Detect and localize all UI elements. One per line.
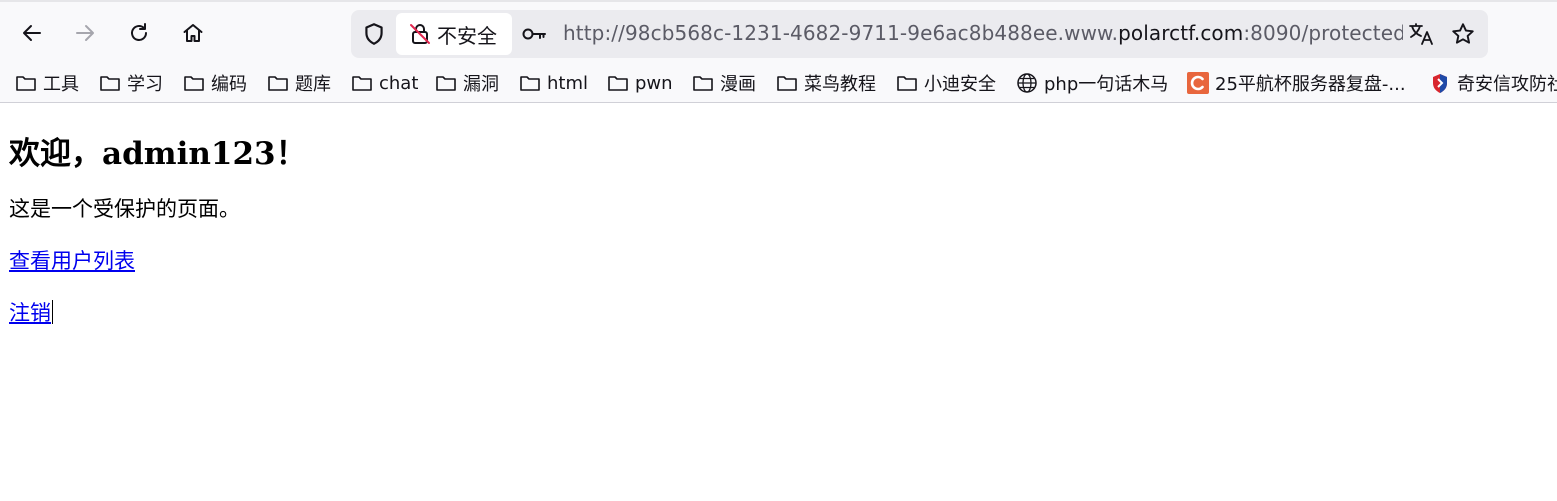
key-icon[interactable] xyxy=(521,23,547,45)
folder-icon xyxy=(184,76,204,91)
security-label: 不安全 xyxy=(437,23,497,48)
bookmark-folder-questions[interactable]: 题库 xyxy=(267,64,331,102)
bookmark-qianxin[interactable]: 奇安信攻防社 xyxy=(1429,64,1557,102)
bookmark-folder-html[interactable]: html xyxy=(519,64,588,102)
folder-icon xyxy=(436,76,456,91)
logout-link[interactable]: 注销 xyxy=(9,301,51,325)
bookmark-pinghang-review[interactable]: 25平航杯服务器复盘-... xyxy=(1187,64,1406,102)
url-host: polarctf.com xyxy=(1118,21,1244,45)
bookmark-folder-vulns[interactable]: 漏洞 xyxy=(435,64,499,102)
reload-button[interactable] xyxy=(122,16,156,50)
security-indicator[interactable]: 不安全 xyxy=(396,13,512,55)
folder-icon xyxy=(520,76,540,91)
bookmark-label: 漏洞 xyxy=(463,74,499,95)
c-logo-icon xyxy=(1187,72,1209,94)
back-button[interactable] xyxy=(15,16,49,50)
folder-icon xyxy=(897,76,917,91)
bookmark-folder-tools[interactable]: 工具 xyxy=(15,64,79,102)
bookmark-label: chat xyxy=(379,72,419,94)
url-text[interactable]: http://98cb568c-1231-4682-9711-9e6ac8b48… xyxy=(563,21,1403,49)
bookmark-label: 漫画 xyxy=(720,74,756,95)
qianxin-logo-icon xyxy=(1433,74,1447,93)
folder-icon xyxy=(352,76,372,91)
bookmark-label: 小迪安全 xyxy=(924,74,996,95)
bookmark-label: 菜鸟教程 xyxy=(804,74,876,95)
home-icon xyxy=(183,24,203,42)
bookmark-label: 25平航杯服务器复盘-... xyxy=(1215,74,1406,95)
welcome-heading: 欢迎，admin123！ xyxy=(9,136,307,172)
bookmark-label: pwn xyxy=(635,72,673,94)
url-suffix: :8090/protected_p xyxy=(1243,21,1403,45)
bookmark-label: 学习 xyxy=(127,74,163,95)
bookmark-star-icon[interactable] xyxy=(1450,21,1476,47)
forward-arrow-icon xyxy=(76,25,94,41)
folder-icon xyxy=(777,76,797,91)
bookmark-label: 工具 xyxy=(43,74,79,95)
page-content: 欢迎，admin123！ 这是一个受保护的页面。 查看用户列表 注销 xyxy=(9,112,1557,328)
forward-button[interactable] xyxy=(68,16,102,50)
bookmark-folder-comics[interactable]: 漫画 xyxy=(692,64,756,102)
bookmark-label: 题库 xyxy=(295,74,331,95)
folder-icon xyxy=(16,76,36,91)
bookmark-label: 编码 xyxy=(211,74,247,95)
bookmarks-toolbar: 工具 学习 编码 题库 chat 漏洞 html pwn 漫画 菜鸟教程 小迪安… xyxy=(0,64,1557,103)
back-arrow-icon xyxy=(23,25,41,41)
bookmark-php-webshell[interactable]: php一句话木马 xyxy=(1016,64,1168,102)
bookmark-label: 奇安信攻防社 xyxy=(1457,74,1557,95)
bookmark-folder-xiaodi[interactable]: 小迪安全 xyxy=(896,64,996,102)
view-users-link[interactable]: 查看用户列表 xyxy=(9,249,135,273)
globe-icon xyxy=(1017,73,1037,93)
bookmark-label: php一句话木马 xyxy=(1044,74,1169,95)
folder-icon xyxy=(608,76,628,91)
home-button[interactable] xyxy=(176,16,210,50)
bookmark-folder-study[interactable]: 学习 xyxy=(99,64,163,102)
address-bar[interactable]: 不安全 http://98cb568c-1231-4682-9711-9e6ac… xyxy=(351,10,1488,58)
browser-toolbar: 不安全 http://98cb568c-1231-4682-9711-9e6ac… xyxy=(0,2,1557,64)
insecure-lock-icon xyxy=(410,24,430,44)
protected-page-description: 这是一个受保护的页面。 xyxy=(9,197,240,221)
bookmark-folder-pwn[interactable]: pwn xyxy=(607,64,673,102)
url-prefix: http://98cb568c-1231-4682-9711-9e6ac8b48… xyxy=(563,21,1119,45)
bookmark-label: html xyxy=(547,72,589,94)
folder-icon xyxy=(693,76,713,91)
reload-icon xyxy=(131,23,147,41)
bookmark-folder-runoob[interactable]: 菜鸟教程 xyxy=(776,64,876,102)
folder-icon xyxy=(268,76,288,91)
translate-icon[interactable] xyxy=(1408,21,1436,47)
shield-icon[interactable] xyxy=(361,21,387,47)
folder-icon xyxy=(100,76,120,91)
text-cursor xyxy=(52,300,53,324)
bookmark-folder-chat[interactable]: chat xyxy=(351,64,418,102)
bookmark-folder-encoding[interactable]: 编码 xyxy=(183,64,247,102)
